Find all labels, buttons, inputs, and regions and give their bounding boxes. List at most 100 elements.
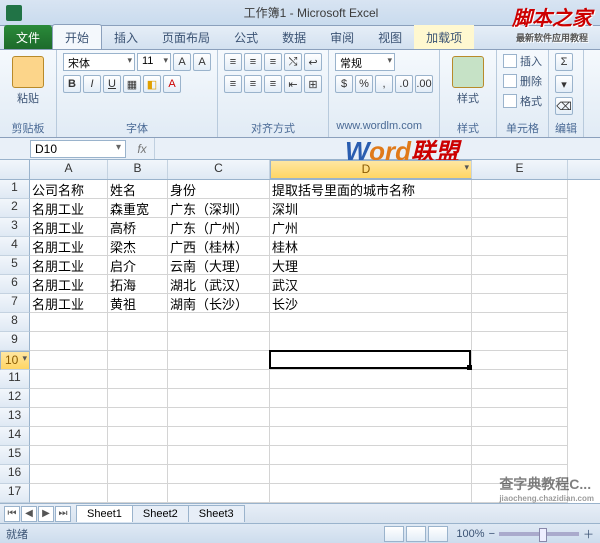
cell[interactable] <box>168 370 270 389</box>
row-header-9[interactable]: 9 <box>0 332 30 351</box>
cell[interactable] <box>472 389 568 408</box>
cell[interactable] <box>270 332 472 351</box>
tab-addin[interactable]: 加载项 <box>414 25 474 49</box>
cell[interactable] <box>472 370 568 389</box>
currency-button[interactable]: $ <box>335 75 353 93</box>
inc-dec-button[interactable]: .0 <box>395 75 413 93</box>
cell[interactable]: 广西（桂林） <box>168 237 270 256</box>
clear-button[interactable]: ⌫ <box>555 97 573 115</box>
col-header-A[interactable]: A <box>30 160 108 179</box>
row-header-6[interactable]: 6 <box>0 275 30 294</box>
row-header-7[interactable]: 7 <box>0 294 30 313</box>
format-cell-button[interactable]: 格式 <box>503 93 542 109</box>
row-header-4[interactable]: 4 <box>0 237 30 256</box>
sheet-tab-Sheet1[interactable]: Sheet1 <box>76 505 133 522</box>
cell[interactable]: 梁杰 <box>108 237 168 256</box>
sheet-first-button[interactable]: ⏮ <box>4 506 20 522</box>
cell[interactable] <box>270 408 472 427</box>
row-header-14[interactable]: 14 <box>0 427 30 446</box>
cell[interactable] <box>108 465 168 484</box>
tab-home[interactable]: 开始 <box>52 24 102 49</box>
align-left-button[interactable]: ≡ <box>224 75 242 93</box>
cell[interactable] <box>168 332 270 351</box>
cell[interactable] <box>472 275 568 294</box>
comma-button[interactable]: , <box>375 75 393 93</box>
cell[interactable] <box>168 351 270 370</box>
font-size-select[interactable]: 11 <box>137 53 171 71</box>
cell[interactable]: 身份 <box>168 180 270 199</box>
cell[interactable]: 大理 <box>270 256 472 275</box>
autosum-button[interactable]: Σ <box>555 53 573 71</box>
formula-input[interactable]: Word联盟 <box>154 138 600 159</box>
cell[interactable] <box>30 313 108 332</box>
cell[interactable]: 深圳 <box>270 199 472 218</box>
sheet-prev-button[interactable]: ◀ <box>21 506 37 522</box>
cell[interactable] <box>168 446 270 465</box>
indent-dec-button[interactable]: ⇤ <box>284 75 302 93</box>
row-header-10[interactable]: 10 <box>0 351 30 370</box>
cell[interactable] <box>270 370 472 389</box>
cell[interactable]: 提取括号里面的城市名称 <box>270 180 472 199</box>
cell[interactable] <box>108 313 168 332</box>
cell[interactable]: 名朋工业 <box>30 256 108 275</box>
row-header-8[interactable]: 8 <box>0 313 30 332</box>
cell[interactable] <box>108 408 168 427</box>
view-layout-button[interactable] <box>406 526 426 542</box>
cell[interactable] <box>472 408 568 427</box>
tab-data[interactable]: 数据 <box>270 25 318 49</box>
row-header-15[interactable]: 15 <box>0 446 30 465</box>
cell[interactable] <box>30 351 108 370</box>
underline-button[interactable]: U <box>103 75 121 93</box>
fx-label[interactable]: fx <box>130 142 154 156</box>
align-mid-button[interactable]: ≡ <box>244 53 262 71</box>
cell[interactable] <box>108 446 168 465</box>
cell[interactable]: 高桥 <box>108 218 168 237</box>
cell[interactable] <box>30 484 108 503</box>
cell[interactable] <box>472 294 568 313</box>
cell[interactable]: 武汉 <box>270 275 472 294</box>
cell[interactable] <box>270 484 472 503</box>
font-name-select[interactable]: 宋体 <box>63 53 135 71</box>
row-header-11[interactable]: 11 <box>0 370 30 389</box>
cell[interactable]: 云南（大理） <box>168 256 270 275</box>
col-header-B[interactable]: B <box>108 160 168 179</box>
delete-cell-button[interactable]: 删除 <box>503 73 542 89</box>
tab-insert[interactable]: 插入 <box>102 25 150 49</box>
cell[interactable] <box>270 313 472 332</box>
sheet-tab-Sheet2[interactable]: Sheet2 <box>132 505 189 522</box>
fill-color-button[interactable]: ◧ <box>143 75 161 93</box>
tab-view[interactable]: 视图 <box>366 25 414 49</box>
view-break-button[interactable] <box>428 526 448 542</box>
styles-button[interactable]: 样式 <box>446 53 490 109</box>
cell[interactable] <box>108 427 168 446</box>
row-header-2[interactable]: 2 <box>0 199 30 218</box>
cell[interactable]: 拓海 <box>108 275 168 294</box>
align-right-button[interactable]: ≡ <box>264 75 282 93</box>
align-center-button[interactable]: ≡ <box>244 75 262 93</box>
cell[interactable] <box>30 465 108 484</box>
col-header-D[interactable]: D <box>270 160 472 179</box>
cell[interactable]: 森重宽 <box>108 199 168 218</box>
cell[interactable] <box>168 465 270 484</box>
cell[interactable] <box>472 256 568 275</box>
cell[interactable] <box>472 180 568 199</box>
cell[interactable] <box>472 237 568 256</box>
cell[interactable]: 黄祖 <box>108 294 168 313</box>
cell[interactable]: 湖北（武汉） <box>168 275 270 294</box>
font-color-button[interactable]: A <box>163 75 181 93</box>
cell[interactable] <box>168 427 270 446</box>
border-button[interactable]: ▦ <box>123 75 141 93</box>
row-header-16[interactable]: 16 <box>0 465 30 484</box>
cell[interactable]: 公司名称 <box>30 180 108 199</box>
row-header-3[interactable]: 3 <box>0 218 30 237</box>
grow-font-button[interactable]: A <box>173 53 191 71</box>
tab-formula[interactable]: 公式 <box>222 25 270 49</box>
row-header-17[interactable]: 17 <box>0 484 30 503</box>
cell[interactable]: 名朋工业 <box>30 294 108 313</box>
fill-button[interactable]: ▾ <box>555 75 573 93</box>
bold-button[interactable]: B <box>63 75 81 93</box>
col-header-C[interactable]: C <box>168 160 270 179</box>
cell[interactable]: 名朋工业 <box>30 218 108 237</box>
cell[interactable] <box>30 332 108 351</box>
align-top-button[interactable]: ≡ <box>224 53 242 71</box>
